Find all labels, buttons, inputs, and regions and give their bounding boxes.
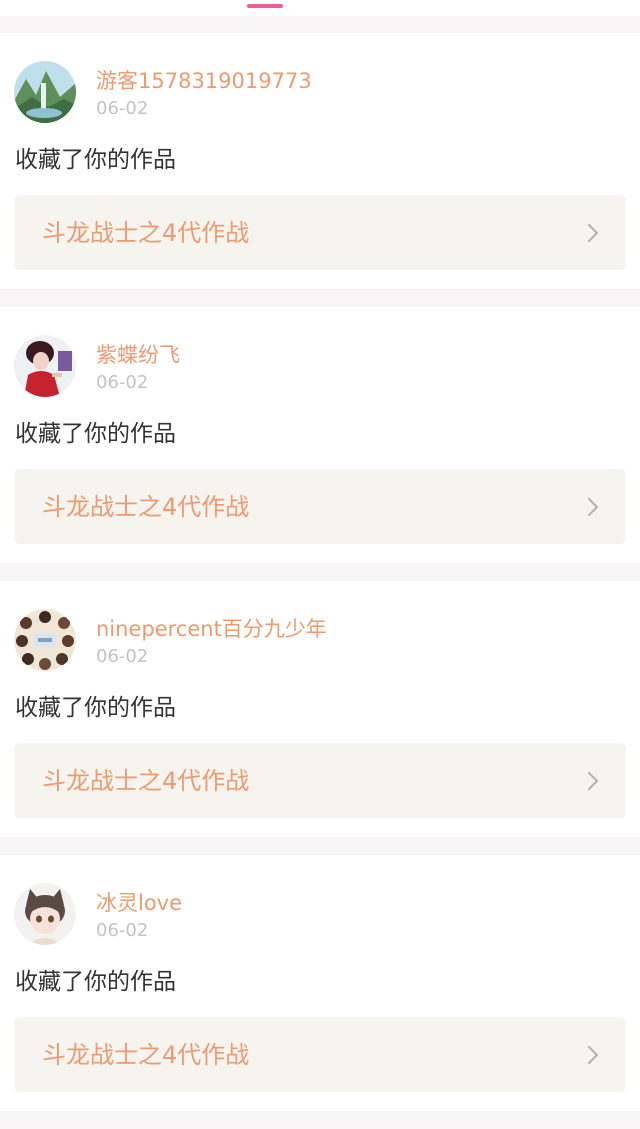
work-link[interactable]: 斗龙战士之4代作战 — [14, 1017, 626, 1092]
work-title: 斗龙战士之4代作战 — [42, 493, 250, 521]
chevron-right-icon — [587, 1045, 599, 1065]
action-text: 收藏了你的作品 — [15, 969, 176, 995]
chevron-right-icon — [587, 497, 599, 517]
notification-card: 冰灵love 06-02 收藏了你的作品 斗龙战士之4代作战 — [0, 855, 640, 1111]
notification-card: 紫蝶纷飞 06-02 收藏了你的作品 斗龙战士之4代作战 — [0, 307, 640, 563]
username[interactable]: 紫蝶纷飞 — [96, 341, 180, 369]
work-title: 斗龙战士之4代作战 — [42, 767, 250, 795]
work-title: 斗龙战士之4代作战 — [42, 219, 250, 247]
anime-cat-ears-avatar-image — [14, 883, 76, 945]
work-link[interactable]: 斗龙战士之4代作战 — [14, 469, 626, 544]
username[interactable]: 游客1578319019773 — [96, 67, 312, 95]
username[interactable]: ninepercent百分九少年 — [96, 615, 327, 643]
username[interactable]: 冰灵love — [96, 889, 182, 917]
timestamp: 06-02 — [96, 646, 149, 667]
notification-feed: 游客1578319019773 06-02 收藏了你的作品 斗龙战士之4代作战 … — [0, 33, 640, 1129]
avatar[interactable] — [14, 609, 76, 671]
timestamp: 06-02 — [96, 920, 149, 941]
chevron-right-icon — [587, 771, 599, 791]
action-text: 收藏了你的作品 — [15, 695, 176, 721]
group-collage-avatar-image — [14, 609, 76, 671]
notification-card: 游客1578319019773 06-02 收藏了你的作品 斗龙战士之4代作战 — [0, 33, 640, 289]
timestamp: 06-02 — [96, 372, 149, 393]
avatar[interactable] — [14, 883, 76, 945]
timestamp: 06-02 — [96, 98, 149, 119]
avatar[interactable] — [14, 61, 76, 123]
action-text: 收藏了你的作品 — [15, 421, 176, 447]
work-link[interactable]: 斗龙战士之4代作战 — [14, 743, 626, 818]
landscape-avatar-image — [14, 61, 76, 123]
top-tab-bar — [0, 0, 640, 16]
girl-in-red-avatar-image — [14, 335, 76, 397]
action-text: 收藏了你的作品 — [15, 147, 176, 173]
avatar[interactable] — [14, 335, 76, 397]
notification-card: ninepercent百分九少年 06-02 收藏了你的作品 斗龙战士之4代作战 — [0, 581, 640, 837]
chevron-right-icon — [587, 223, 599, 243]
active-tab-indicator — [247, 4, 283, 8]
work-link[interactable]: 斗龙战士之4代作战 — [14, 195, 626, 270]
work-title: 斗龙战士之4代作战 — [42, 1041, 250, 1069]
